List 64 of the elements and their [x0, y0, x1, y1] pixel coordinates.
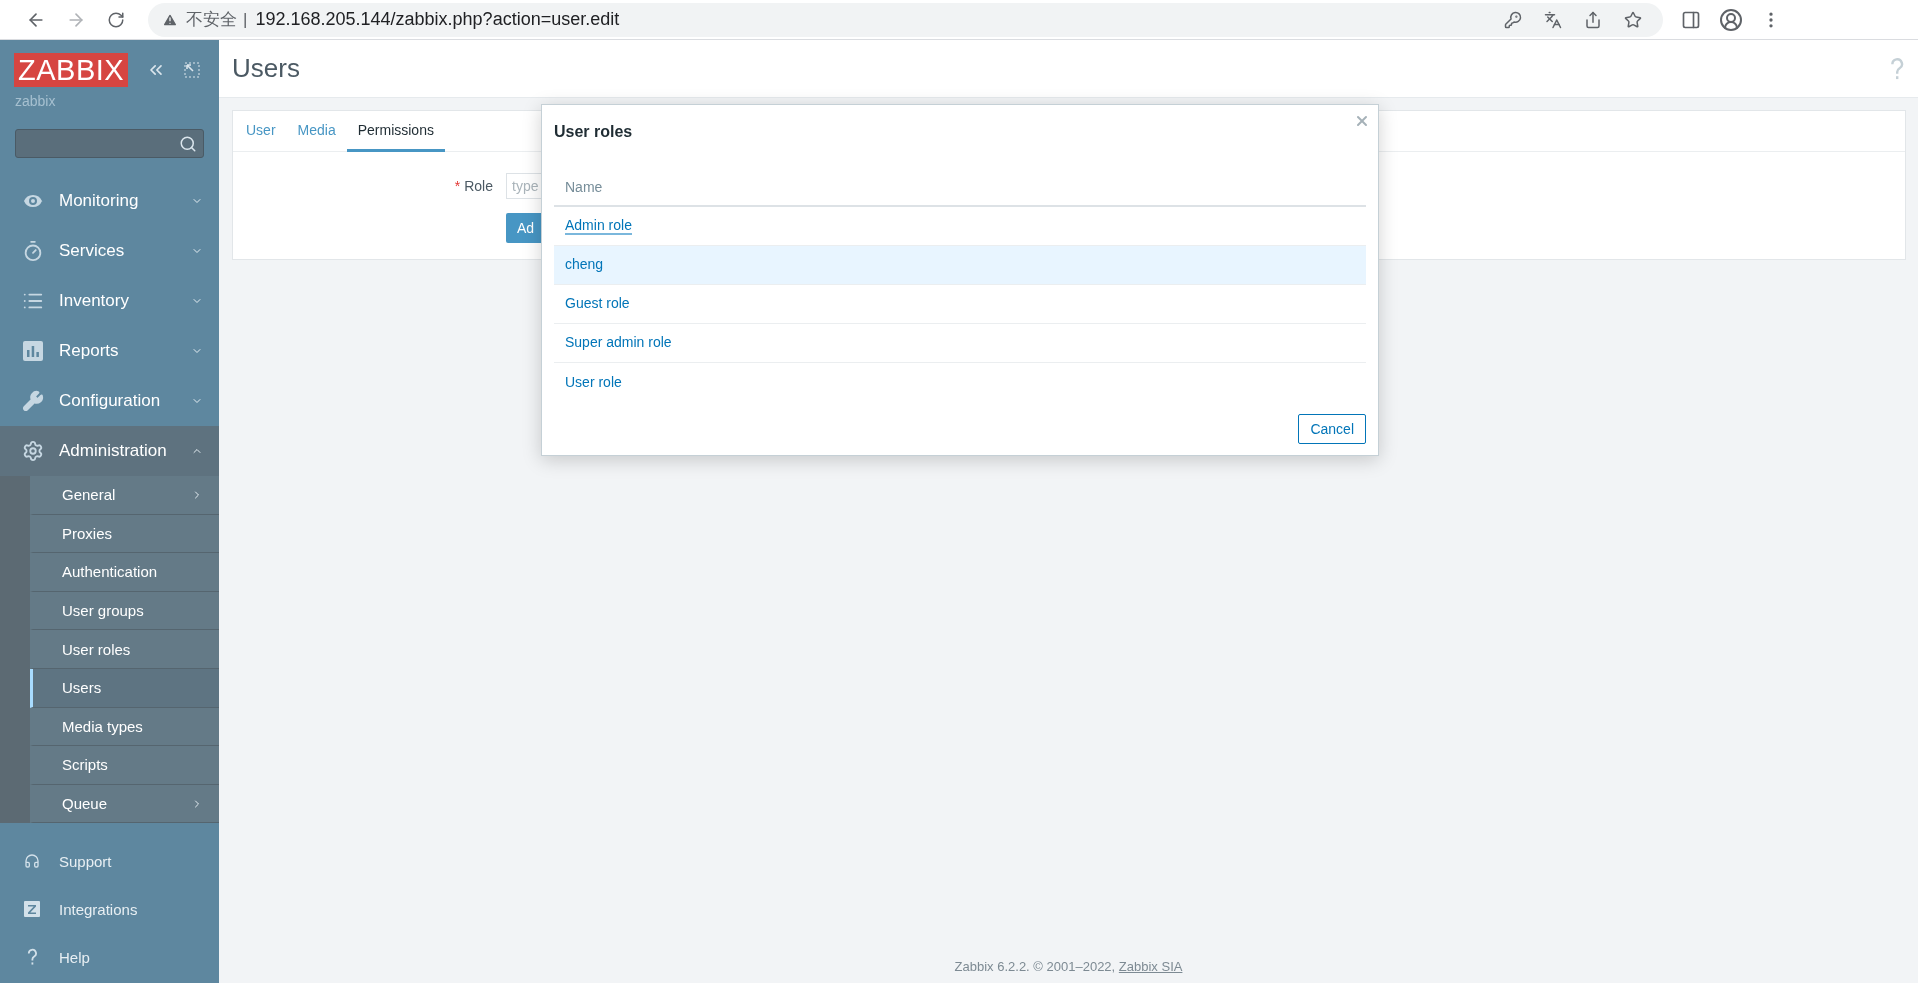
submenu-item[interactable]: Authentication [30, 553, 219, 592]
share-icon[interactable] [1584, 10, 1602, 29]
role-link[interactable]: User role [565, 373, 622, 392]
help-icon [26, 948, 38, 967]
submenu-item[interactable]: Proxies [30, 514, 219, 554]
warning-icon [162, 11, 178, 28]
logo[interactable]: ZABBIX [14, 53, 129, 87]
submenu-item[interactable]: User roles [30, 630, 219, 669]
tab[interactable]: Permissions [346, 111, 445, 152]
profile-icon[interactable] [1719, 7, 1743, 32]
menu-item[interactable]: Configuration [0, 376, 219, 426]
menu-item[interactable]: Monitoring [0, 176, 219, 226]
close-icon [1354, 113, 1370, 129]
required-mark: * [454, 178, 461, 194]
dialog-title: User roles [554, 122, 633, 142]
security-label: 不安全 [186, 9, 237, 31]
tab[interactable]: User [235, 111, 287, 152]
search-field[interactable] [15, 129, 204, 158]
menu-item[interactable]: Reports [0, 326, 219, 376]
submenu-item[interactable]: General [30, 476, 219, 515]
separator: | [243, 9, 248, 30]
menu-item[interactable]: Services [0, 226, 219, 276]
star-icon[interactable] [1624, 10, 1642, 29]
settings-icon [22, 440, 44, 462]
table-row[interactable]: Guest role [554, 285, 1366, 324]
reload-icon[interactable] [107, 10, 125, 29]
role-link[interactable]: cheng [565, 256, 604, 274]
company-link[interactable]: Zabbix SIA [1118, 959, 1183, 974]
url-text: 192.168.205.144/zabbix.php?action=user.edit [255, 9, 621, 30]
submenu-item[interactable]: Media types [30, 707, 219, 747]
sidebar-link[interactable]: Integrations [0, 885, 219, 934]
role-link[interactable]: Super admin role [565, 334, 672, 352]
page-title: Users [232, 53, 300, 84]
wrench-icon [22, 390, 44, 412]
role-link[interactable]: Guest role [565, 295, 630, 313]
menu-item[interactable]: Inventory [0, 276, 219, 326]
kiosk-icon[interactable] [184, 62, 201, 78]
cancel-button[interactable]: Cancel [1298, 414, 1366, 444]
sidebar-link[interactable]: Support [0, 837, 219, 886]
menu-item[interactable]: Administration [0, 426, 219, 476]
side-panel-icon[interactable] [1681, 9, 1701, 30]
tab[interactable]: Media [286, 111, 347, 152]
server-name: zabbix [14, 92, 57, 111]
translate-icon[interactable] [1544, 10, 1562, 29]
search-icon[interactable] [179, 134, 197, 153]
submenu-item[interactable]: Queue [30, 784, 219, 824]
headset-icon [24, 853, 40, 870]
submenu-item[interactable]: Scripts [30, 746, 219, 785]
table-row[interactable]: cheng [554, 246, 1366, 285]
stopwatch-icon [22, 240, 44, 262]
copyright-text: Zabbix 6.2.2. © 2001–2022, Zabbix SIA [954, 959, 1183, 974]
address-bar[interactable]: 不安全 | 192.168.205.144/zabbix.php?action=user.edit [148, 2, 1663, 37]
submenu-item[interactable]: Users [30, 668, 219, 708]
bar-chart-icon [22, 340, 44, 362]
field-label: Role [464, 178, 493, 194]
table-row[interactable]: User role [554, 363, 1366, 402]
table-row[interactable]: Super admin role [554, 324, 1366, 363]
add-button[interactable]: Ad [506, 213, 542, 243]
z-icon [24, 901, 40, 918]
submenu-item[interactable]: User groups [30, 591, 219, 631]
key-icon[interactable] [1504, 10, 1522, 29]
role-link[interactable]: Admin role [565, 217, 632, 235]
sidebar-link[interactable]: Help [0, 933, 219, 982]
column-header: Name [565, 178, 603, 195]
